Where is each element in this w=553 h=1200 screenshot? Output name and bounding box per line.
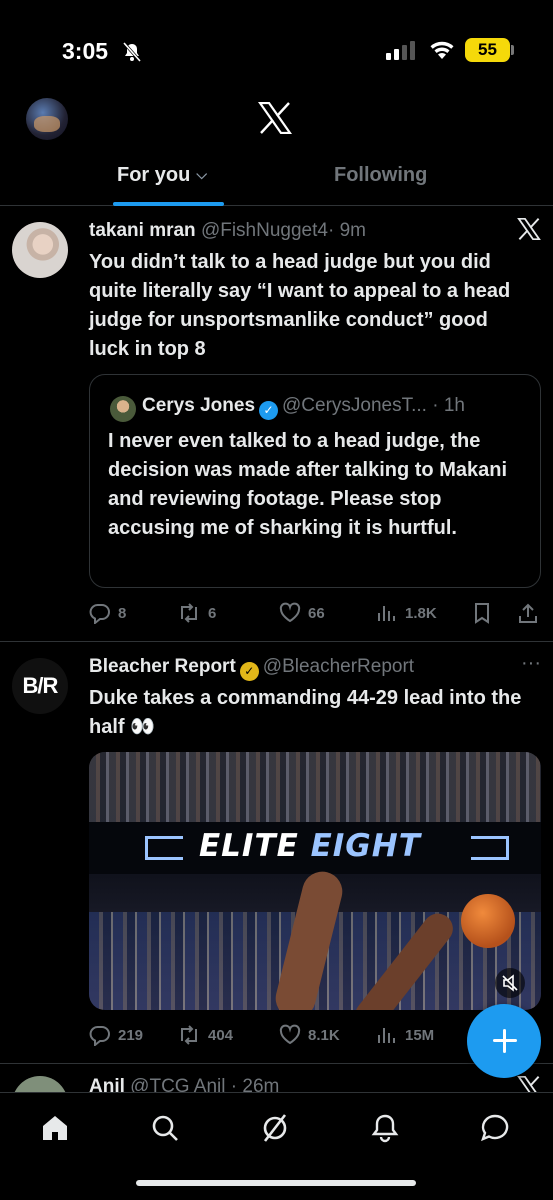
repost-button[interactable]: 6 <box>177 602 216 624</box>
like-count: 66 <box>308 604 325 622</box>
heart-icon <box>279 1024 301 1045</box>
banner-text: ELITE EIGHT <box>199 828 421 864</box>
mute-icon[interactable] <box>495 968 525 998</box>
battery-indicator: 55 <box>465 38 510 62</box>
quote-author-name: Cerys Jones <box>142 395 256 416</box>
profile-avatar[interactable] <box>26 98 68 140</box>
repost-icon <box>181 1025 197 1045</box>
tweet-time: · 9m <box>327 220 366 241</box>
crowd-background <box>89 752 541 827</box>
repost-count: 404 <box>208 1026 234 1044</box>
search-icon[interactable] <box>148 1111 182 1145</box>
more-options-icon[interactable]: ··· <box>521 652 541 675</box>
avatar <box>110 396 136 422</box>
repost-button[interactable]: 404 <box>177 1024 233 1046</box>
like-count: 8.1K <box>308 1026 340 1044</box>
author-name[interactable]: takani mran <box>89 220 196 241</box>
tweet-text: You didn’t talk to a head judge but you … <box>89 251 511 360</box>
tweet-actions: 8 6 66 1.8K <box>89 602 541 626</box>
x-logo-icon[interactable] <box>258 102 292 134</box>
repost-count: 6 <box>208 604 217 622</box>
quote-author-handle: @CerysJonesT... <box>282 395 427 416</box>
views-button[interactable]: 15M <box>376 1024 434 1046</box>
share-icon[interactable] <box>517 602 539 624</box>
like-button[interactable]: 8.1K <box>279 1024 340 1046</box>
views-button[interactable]: 1.8K <box>376 602 437 624</box>
wifi-icon <box>430 41 454 59</box>
bracket-logo-icon <box>145 836 183 860</box>
clock: 3:05 <box>62 38 109 64</box>
heart-icon <box>279 602 301 623</box>
video-media[interactable]: ELITE EIGHT <box>89 752 541 1010</box>
tab-for-you[interactable]: For you ⌵ <box>117 164 207 187</box>
messages-icon[interactable] <box>478 1111 512 1145</box>
view-count: 1.8K <box>405 604 437 622</box>
quote-time: · 1h <box>432 395 465 416</box>
tweet[interactable]: B/R Bleacher Report ✓ @BleacherReport ··· … <box>0 642 553 1064</box>
basketball <box>461 894 515 948</box>
tab-following[interactable]: Following <box>334 164 427 187</box>
timeline-tabs: For you ⌵ Following <box>0 148 553 206</box>
x-logo-icon[interactable] <box>516 217 542 246</box>
avatar[interactable]: B/R <box>12 658 68 714</box>
quoted-tweet[interactable]: Cerys Jones ✓ @CerysJonesT... · 1h I never… <box>89 374 541 588</box>
views-icon <box>378 1028 395 1043</box>
tweet-text: Duke takes a commanding 44-29 lead into … <box>89 687 522 738</box>
quote-text: I never even talked to a head judge, the… <box>108 430 508 539</box>
reply-button[interactable]: 8 <box>89 602 126 624</box>
battery-nub <box>511 45 514 55</box>
author-handle[interactable]: @FishNugget4 <box>201 220 328 241</box>
bookmark-icon[interactable] <box>471 602 493 624</box>
avatar[interactable] <box>12 222 68 278</box>
quote-header: Cerys Jones ✓ @CerysJonesT... · 1h <box>142 395 465 420</box>
verified-badge-icon: ✓ <box>239 662 259 681</box>
notifications-icon[interactable] <box>368 1111 402 1145</box>
tweet-header: takani mran @FishNugget4· 9m <box>89 220 366 242</box>
reply-button[interactable]: 219 <box>89 1024 143 1046</box>
reply-icon <box>89 1026 110 1046</box>
tab-for-you-label: For you <box>117 164 191 186</box>
tweet[interactable]: Anil @TCG Anil · 26m <box>0 1064 553 1094</box>
bell-off-icon <box>122 42 142 62</box>
repost-icon <box>181 603 197 623</box>
reply-icon <box>89 604 110 624</box>
like-button[interactable]: 66 <box>279 602 325 624</box>
banner-word: ELITE <box>199 828 299 864</box>
banner-word: EIGHT <box>310 828 421 864</box>
bracket-logo-icon <box>471 836 509 860</box>
tweet[interactable]: takani mran @FishNugget4· 9m You didn’t … <box>0 206 553 642</box>
view-count: 15M <box>405 1026 435 1044</box>
author-name[interactable]: Bleacher Report <box>89 656 236 677</box>
compose-button[interactable] <box>467 1004 541 1078</box>
chevron-down-icon: ⌵ <box>196 166 207 182</box>
views-icon <box>378 606 395 621</box>
home-indicator[interactable] <box>136 1180 416 1186</box>
home-icon[interactable] <box>38 1111 72 1145</box>
cellular-signal-icon <box>386 41 415 60</box>
tweet-header: Bleacher Report ✓ @BleacherReport <box>89 656 414 681</box>
reply-count: 219 <box>118 1026 144 1044</box>
author-handle[interactable]: @BleacherReport <box>263 656 414 677</box>
grok-icon[interactable] <box>258 1111 292 1145</box>
status-bar: 3:05 55 <box>0 0 553 100</box>
verified-badge-icon: ✓ <box>259 401 279 420</box>
reply-count: 8 <box>118 604 127 622</box>
